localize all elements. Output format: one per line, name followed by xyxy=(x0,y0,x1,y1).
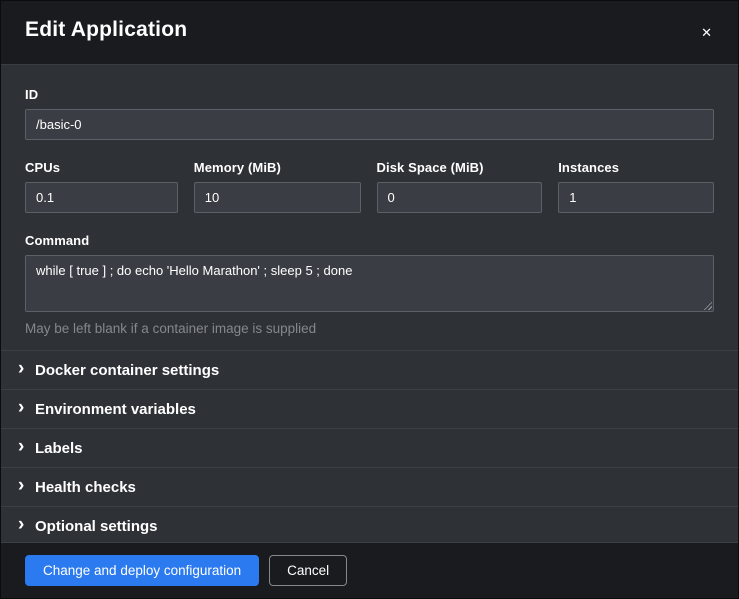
edit-application-modal: Edit Application ✕ ID CPUs Memory (MiB) … xyxy=(0,0,739,599)
memory-field-group: Memory (MiB) xyxy=(194,160,361,213)
memory-label: Memory (MiB) xyxy=(194,160,361,175)
section-docker-container-settings[interactable]: › Docker container settings xyxy=(1,350,738,389)
modal-header: Edit Application ✕ xyxy=(1,1,738,65)
resources-row: CPUs Memory (MiB) Disk Space (MiB) Insta… xyxy=(25,160,714,213)
chevron-right-icon: › xyxy=(18,476,35,495)
modal-body: ID CPUs Memory (MiB) Disk Space (MiB) In… xyxy=(1,65,738,542)
modal-title: Edit Application xyxy=(25,18,187,42)
section-optional-settings[interactable]: › Optional settings xyxy=(1,506,738,542)
cpus-label: CPUs xyxy=(25,160,178,175)
cpus-input[interactable] xyxy=(25,182,178,213)
section-labels[interactable]: › Labels xyxy=(1,428,738,467)
modal-footer: Change and deploy configuration Cancel xyxy=(1,542,738,598)
id-field-group: ID xyxy=(25,87,714,140)
command-textarea-wrap: while [ true ] ; do echo 'Hello Marathon… xyxy=(25,255,714,312)
section-environment-variables[interactable]: › Environment variables xyxy=(1,389,738,428)
id-input[interactable] xyxy=(25,109,714,140)
cpus-field-group: CPUs xyxy=(25,160,178,213)
memory-input[interactable] xyxy=(194,182,361,213)
instances-field-group: Instances xyxy=(558,160,714,213)
command-help-text: May be left blank if a container image i… xyxy=(25,321,714,336)
change-and-deploy-button[interactable]: Change and deploy configuration xyxy=(25,555,259,586)
command-label: Command xyxy=(25,233,714,248)
instances-input[interactable] xyxy=(558,182,714,213)
disk-input[interactable] xyxy=(377,182,543,213)
command-textarea[interactable]: while [ true ] ; do echo 'Hello Marathon… xyxy=(25,255,714,312)
section-label: Health checks xyxy=(35,479,136,496)
disk-label: Disk Space (MiB) xyxy=(377,160,543,175)
instances-label: Instances xyxy=(558,160,714,175)
chevron-right-icon: › xyxy=(18,359,35,378)
section-label: Environment variables xyxy=(35,401,196,418)
section-label: Optional settings xyxy=(35,518,158,535)
collapsible-sections: › Docker container settings › Environmen… xyxy=(1,350,738,542)
cancel-button[interactable]: Cancel xyxy=(269,555,347,586)
chevron-right-icon: › xyxy=(18,515,35,534)
section-label: Labels xyxy=(35,440,83,457)
chevron-right-icon: › xyxy=(18,437,35,456)
close-icon: ✕ xyxy=(701,25,712,40)
close-button[interactable]: ✕ xyxy=(695,20,718,45)
disk-field-group: Disk Space (MiB) xyxy=(377,160,543,213)
section-health-checks[interactable]: › Health checks xyxy=(1,467,738,506)
section-label: Docker container settings xyxy=(35,362,219,379)
id-label: ID xyxy=(25,87,714,102)
command-field-group: Command while [ true ] ; do echo 'Hello … xyxy=(25,233,714,336)
chevron-right-icon: › xyxy=(18,398,35,417)
